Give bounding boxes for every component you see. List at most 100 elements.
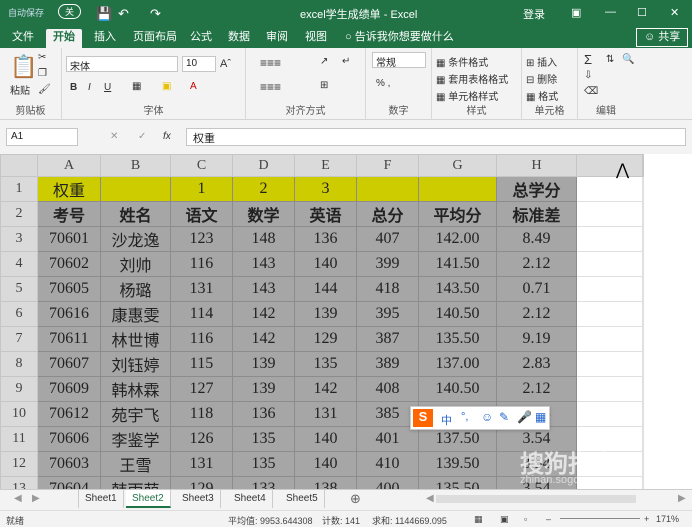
font-name-select[interactable]: 宋体 [66, 56, 178, 73]
sogou-ime-toolbar[interactable]: S 中 °, ☺ ✎ 🎤 ▦ [410, 406, 550, 430]
grow-font-icon[interactable]: Aˆ [220, 58, 231, 70]
name-box[interactable]: A1 [6, 128, 78, 146]
merge-icon[interactable]: ⊞ [320, 80, 328, 91]
align-left-icon[interactable]: ≡≡≡ [260, 80, 281, 94]
cell-f4[interactable]: 399 [356, 251, 419, 277]
cell-e6[interactable]: 139 [294, 301, 357, 327]
empty-cell[interactable] [576, 326, 643, 352]
cell-a5[interactable]: 70605 [37, 276, 101, 302]
row-header[interactable]: 6 [0, 301, 38, 327]
empty-cell[interactable] [642, 201, 644, 227]
cell-e2[interactable]: 英语 [294, 201, 357, 227]
zoom-out-icon[interactable]: – [546, 514, 551, 524]
cell-c2[interactable]: 语文 [170, 201, 233, 227]
empty-cell[interactable] [642, 476, 644, 489]
cell-d7[interactable]: 142 [232, 326, 295, 352]
tab-view[interactable]: 视图 [298, 29, 334, 48]
clear-icon[interactable]: ⌫ [584, 86, 598, 97]
cell-c6[interactable]: 114 [170, 301, 233, 327]
sheet-tab-3[interactable]: Sheet3 [176, 490, 221, 508]
cell-h9[interactable]: 2.12 [496, 376, 577, 402]
align-top-icon[interactable]: ≡≡≡ [260, 56, 281, 70]
cell-d4[interactable]: 143 [232, 251, 295, 277]
cell-a4[interactable]: 70602 [37, 251, 101, 277]
row-header[interactable]: 11 [0, 426, 38, 452]
column-header-f[interactable]: F [356, 154, 419, 177]
cell-c5[interactable]: 131 [170, 276, 233, 302]
cell-e3[interactable]: 136 [294, 226, 357, 252]
column-header-a[interactable]: A [37, 154, 101, 177]
row-header[interactable]: 5 [0, 276, 38, 302]
format-cells-button[interactable]: ▦ 格式 [526, 88, 558, 103]
cell-h8[interactable]: 2.83 [496, 351, 577, 377]
sheet-tab-4[interactable]: Sheet4 [228, 490, 273, 508]
cell-f5[interactable]: 418 [356, 276, 419, 302]
empty-cell[interactable] [576, 201, 643, 227]
cell-f9[interactable]: 408 [356, 376, 419, 402]
cell-g6[interactable]: 140.50 [418, 301, 497, 327]
tab-formulas[interactable]: 公式 [183, 29, 219, 48]
cell-a6[interactable]: 70616 [37, 301, 101, 327]
empty-cell[interactable] [576, 251, 643, 277]
scroll-right-icon[interactable]: ▶ [672, 490, 692, 508]
cell-h2[interactable]: 标准差 [496, 201, 577, 227]
sort-filter-icon[interactable]: ⇅ [606, 54, 614, 65]
cell-h7[interactable]: 9.19 [496, 326, 577, 352]
format-as-table-button[interactable]: ▦ 套用表格格式 [436, 71, 508, 86]
cell-a13[interactable]: 70604 [37, 476, 101, 489]
cell-g12[interactable]: 139.50 [418, 451, 497, 477]
font-size-select[interactable]: 10 [182, 56, 216, 72]
page-break-view-icon[interactable]: ▫ [524, 514, 527, 524]
autosave-toggle[interactable]: 关 [58, 4, 82, 19]
cut-icon[interactable]: ✂ [38, 52, 46, 63]
column-header-g[interactable]: G [418, 154, 497, 177]
fill-icon[interactable]: ⇩ [584, 70, 592, 81]
copy-icon[interactable]: ❐ [38, 68, 47, 79]
cell-b1[interactable] [100, 176, 171, 202]
cell-b4[interactable]: 刘帅 [100, 251, 171, 277]
punct-icon[interactable]: °, [461, 411, 468, 423]
select-all-corner[interactable] [0, 154, 38, 177]
normal-view-icon[interactable]: ▦ [474, 514, 483, 525]
row-header[interactable]: 10 [0, 401, 38, 427]
cell-f6[interactable]: 395 [356, 301, 419, 327]
cell-h4[interactable]: 2.12 [496, 251, 577, 277]
cell-a9[interactable]: 70609 [37, 376, 101, 402]
sheet-tab-5[interactable]: Sheet5 [280, 490, 325, 508]
cell-d13[interactable]: 133 [232, 476, 295, 489]
cell-g2[interactable]: 平均分 [418, 201, 497, 227]
insert-cells-button[interactable]: ⊞ 插入 [526, 54, 557, 69]
cell-f2[interactable]: 总分 [356, 201, 419, 227]
border-icon[interactable]: ▦ [132, 81, 141, 92]
paste-icon[interactable]: 📋 [10, 54, 37, 80]
cell-styles-button[interactable]: ▦ 单元格样式 [436, 88, 498, 103]
cell-d5[interactable]: 143 [232, 276, 295, 302]
spreadsheet-grid[interactable]: A B C D E F G H 1 权重 1 2 3 总学分 2 考号 姓名 语文 数学 英语 总分 平均分 标准差 3 706… [0, 154, 692, 489]
cell-h5[interactable]: 0.71 [496, 276, 577, 302]
cell-f3[interactable]: 407 [356, 226, 419, 252]
mic-icon[interactable]: 🎤 [517, 410, 532, 424]
cell-d10[interactable]: 136 [232, 401, 295, 427]
cell-c3[interactable]: 123 [170, 226, 233, 252]
empty-cell[interactable] [576, 276, 643, 302]
row-header[interactable]: 8 [0, 351, 38, 377]
row-header[interactable]: 9 [0, 376, 38, 402]
cell-e8[interactable]: 135 [294, 351, 357, 377]
tab-review[interactable]: 审阅 [259, 29, 295, 48]
cell-e12[interactable]: 140 [294, 451, 357, 477]
sheet-tab-2[interactable]: Sheet2 [126, 490, 171, 508]
conditional-formatting-button[interactable]: ▦ 条件格式 [436, 54, 488, 69]
page-layout-view-icon[interactable]: ▣ [500, 514, 509, 525]
cell-g13[interactable]: 135.50 [418, 476, 497, 489]
cell-a2[interactable]: 考号 [37, 201, 101, 227]
italic-button[interactable]: I [88, 82, 91, 93]
cell-g4[interactable]: 141.50 [418, 251, 497, 277]
column-header-empty[interactable] [642, 154, 644, 177]
cell-b12[interactable]: 王雪 [100, 451, 171, 477]
cell-h3[interactable]: 8.49 [496, 226, 577, 252]
ime-mode-label[interactable]: 中 [441, 412, 452, 428]
cell-g11[interactable]: 137.50 [418, 426, 497, 452]
cell-a11[interactable]: 70606 [37, 426, 101, 452]
row-header[interactable]: 7 [0, 326, 38, 352]
cell-b9[interactable]: 韩林霖 [100, 376, 171, 402]
